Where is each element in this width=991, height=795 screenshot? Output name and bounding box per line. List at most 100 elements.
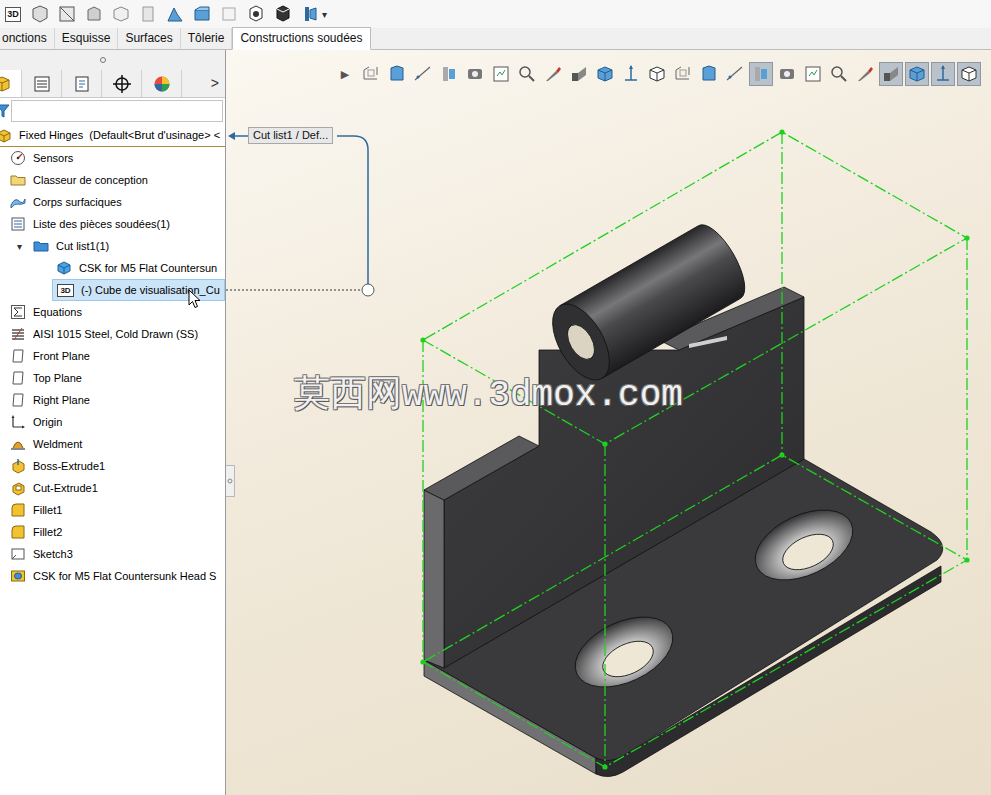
tool-icon xyxy=(165,4,185,24)
view-tool-button[interactable] xyxy=(931,62,955,86)
tree-item[interactable]: Right Plane xyxy=(6,389,225,411)
tree-item[interactable]: Weldment xyxy=(6,433,225,455)
solidworks-window: 3D ▾ onctionsEsquisseSurfacesTôlerieConstr… xyxy=(0,0,991,795)
mouse-cursor-icon xyxy=(188,289,201,309)
view-tool-button[interactable] xyxy=(801,62,825,86)
3d-button[interactable]: 3D xyxy=(2,3,24,25)
cut-list-callout[interactable]: Cut list1 / Def... xyxy=(248,127,333,144)
command-tab[interactable]: Esquisse xyxy=(55,28,119,49)
view-tool-button[interactable] xyxy=(385,62,409,86)
toolbar-button[interactable] xyxy=(110,3,132,25)
bounding-box xyxy=(423,132,967,767)
tree-item-label: Front Plane xyxy=(33,348,90,365)
tree-item[interactable]: Corps surfaciques xyxy=(6,191,225,213)
view-tool-button[interactable] xyxy=(359,62,383,86)
part-model[interactable] xyxy=(226,50,990,795)
tree-item[interactable]: ▾Cut list1(1) xyxy=(13,235,225,257)
toolbar-button[interactable] xyxy=(56,3,78,25)
tree-item[interactable]: Liste des pièces soudées(1) xyxy=(6,213,225,235)
view-tool-button[interactable] xyxy=(723,62,747,86)
tree-item[interactable]: Boss-Extrude1 xyxy=(6,455,225,477)
tree-item[interactable]: Sensors xyxy=(6,147,225,169)
tree-item[interactable]: CSK for M5 Flat Countersun xyxy=(52,257,225,279)
command-tab[interactable]: onctions xyxy=(0,28,55,49)
toolbar-button[interactable] xyxy=(164,3,186,25)
view-toolbar-expand[interactable]: ▶ xyxy=(333,62,357,86)
main-area: > Fixed Hinges (Default<Brut d'usinage> <… xyxy=(0,50,991,795)
view-tool-icon xyxy=(829,64,849,84)
tree-item-label: Sensors xyxy=(33,150,73,167)
tree-item-label: Right Plane xyxy=(33,392,90,409)
expand-toggle[interactable]: ▾ xyxy=(17,239,33,254)
panel-tab-icon xyxy=(152,74,172,94)
tree-item[interactable]: Sketch3 xyxy=(6,543,225,565)
plane-icon xyxy=(10,370,26,386)
tree-item-label: Classeur de conception xyxy=(33,172,148,189)
tree-item[interactable]: CSK for M5 Flat Countersunk Head S xyxy=(6,565,225,587)
panel-header xyxy=(0,50,225,70)
toolbar-button[interactable] xyxy=(299,3,321,25)
tree-item[interactable]: 3D(-) Cube de visualisation_Cu xyxy=(52,279,225,301)
view-tool-button[interactable] xyxy=(853,62,877,86)
command-tab[interactable]: Surfaces xyxy=(118,28,180,49)
feature-manager-panel: > Fixed Hinges (Default<Brut d'usinage> <… xyxy=(0,50,226,795)
tree-item[interactable]: Fixed Hinges (Default<Brut d'usinage> < xyxy=(0,125,225,147)
toolbar-button[interactable] xyxy=(83,3,105,25)
filter-field[interactable] xyxy=(11,100,223,122)
toolbar-button[interactable] xyxy=(245,3,267,25)
tree-item[interactable]: Top Plane xyxy=(6,367,225,389)
origin-icon xyxy=(10,414,26,430)
command-tab[interactable]: Tôlerie xyxy=(181,28,233,49)
view-tool-button[interactable] xyxy=(437,62,461,86)
tree-item[interactable]: Equations xyxy=(6,301,225,323)
panel-tab[interactable] xyxy=(142,70,182,97)
view-tool-button[interactable] xyxy=(567,62,591,86)
view-tool-button[interactable] xyxy=(879,62,903,86)
view-tool-button[interactable] xyxy=(957,62,981,86)
panel-splitter[interactable] xyxy=(226,465,235,497)
panel-tab[interactable] xyxy=(102,70,142,97)
panel-tab[interactable] xyxy=(22,70,62,97)
panel-more-arrow[interactable]: > xyxy=(211,70,225,97)
panel-tab[interactable] xyxy=(62,70,102,97)
panel-tab-icon xyxy=(72,74,92,94)
toolbar-dropdown-arrow[interactable]: ▾ xyxy=(322,7,327,22)
view-tool-button[interactable] xyxy=(749,62,773,86)
view-tool-button[interactable] xyxy=(541,62,565,86)
tree-item[interactable]: Cut-Extrude1 xyxy=(6,477,225,499)
view-tool-button[interactable] xyxy=(697,62,721,86)
toolbar-button[interactable] xyxy=(137,3,159,25)
tree-item[interactable]: Fillet1 xyxy=(6,499,225,521)
graphics-area[interactable]: ▶莫西网www.3dmox.com xyxy=(226,50,991,795)
view-tool-button[interactable] xyxy=(671,62,695,86)
tree-item-label: Fixed Hinges (Default<Brut d'usinage> < xyxy=(19,127,220,144)
filter-icon[interactable] xyxy=(0,104,9,118)
view-tool-button[interactable] xyxy=(489,62,513,86)
toolbar-button[interactable] xyxy=(29,3,51,25)
view-tool-button[interactable] xyxy=(411,62,435,86)
view-tool-button[interactable] xyxy=(619,62,643,86)
panel-tab[interactable] xyxy=(0,70,22,97)
weldlist-icon xyxy=(10,216,26,232)
tree-item[interactable]: Fillet2 xyxy=(6,521,225,543)
view-toolbar: ▶ xyxy=(226,50,991,86)
view-tool-button[interactable] xyxy=(463,62,487,86)
view-tool-button[interactable] xyxy=(827,62,851,86)
tree-item-label: Weldment xyxy=(33,436,82,453)
toolbar-button[interactable] xyxy=(272,3,294,25)
toolbar-button[interactable] xyxy=(218,3,240,25)
tree-item[interactable]: Origin xyxy=(6,411,225,433)
tree-item-label: Cut-Extrude1 xyxy=(33,480,98,497)
toolbar-button[interactable] xyxy=(191,3,213,25)
view-tool-button[interactable] xyxy=(515,62,539,86)
tree-item[interactable]: AISI 1015 Steel, Cold Drawn (SS) xyxy=(6,323,225,345)
view-tool-button[interactable] xyxy=(645,62,669,86)
view-tool-button[interactable] xyxy=(905,62,929,86)
view-tool-button[interactable] xyxy=(775,62,799,86)
tool-icon xyxy=(192,4,212,24)
collapse-handle-icon[interactable] xyxy=(98,56,108,64)
tree-item[interactable]: Classeur de conception xyxy=(6,169,225,191)
view-tool-button[interactable] xyxy=(593,62,617,86)
tree-item[interactable]: Front Plane xyxy=(6,345,225,367)
command-tab[interactable]: Constructions soudées xyxy=(232,27,370,50)
